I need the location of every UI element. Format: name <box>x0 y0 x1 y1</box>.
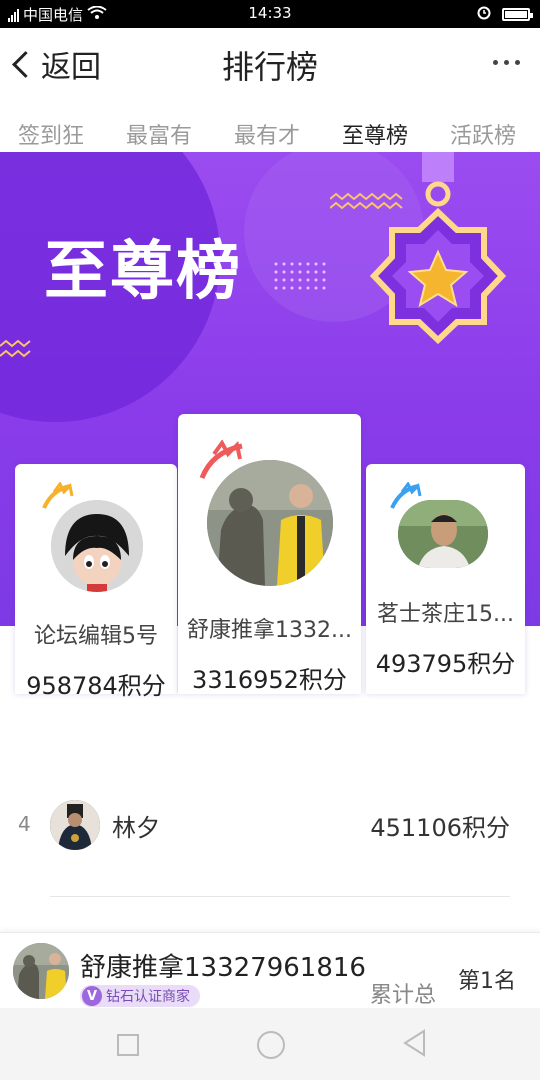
status-bar: 中国电信 14:33 <box>0 0 540 28</box>
ranking-row[interactable]: 4 林夕 451106积分 <box>0 790 540 860</box>
avatar-second[interactable] <box>51 500 143 592</box>
banner-title: 至尊榜 <box>44 235 242 309</box>
zigzag-decoration-left <box>0 339 31 358</box>
rank-number: 4 <box>18 812 31 836</box>
star-medal-icon <box>369 152 507 345</box>
my-name: 舒康推拿13327961816 <box>80 953 366 983</box>
podium-score-third: 493795积分 <box>375 650 516 678</box>
verified-icon: V <box>82 986 102 1006</box>
page-title: 排行榜 <box>221 48 318 86</box>
back-triangle-icon[interactable] <box>402 1028 428 1058</box>
home-icon[interactable] <box>257 1031 285 1059</box>
system-nav-bar <box>0 1008 540 1080</box>
certified-merchant-badge: V 钻石认证商家 <box>80 985 200 1007</box>
tab-most-talented[interactable]: 最有才 <box>234 118 300 150</box>
my-avatar[interactable] <box>13 943 69 999</box>
my-rank-bar: 舒康推拿13327961816 V 钻石认证商家 累计总 第1名 <box>0 932 540 1009</box>
podium-name-second: 论坛编辑5号 <box>34 624 158 649</box>
tab-bar: 签到狂 最富有 最有才 至尊榜 活跃榜 <box>0 100 540 152</box>
avatar-third[interactable] <box>398 500 488 568</box>
divider <box>50 896 510 897</box>
avatar[interactable] <box>50 800 100 850</box>
more-options-icon[interactable] <box>493 60 520 65</box>
tab-active[interactable]: 活跃榜 <box>450 118 516 150</box>
status-right <box>476 4 533 24</box>
alarm-icon <box>476 4 492 24</box>
cumulative-label: 累计总 <box>370 983 437 1008</box>
recents-icon[interactable] <box>117 1034 139 1056</box>
my-rank: 第1名 <box>458 969 516 994</box>
nav-bar: 返回 排行榜 <box>0 28 540 100</box>
avatar-first[interactable] <box>207 460 333 586</box>
tab-richest[interactable]: 最富有 <box>126 118 192 150</box>
podium-score-second: 958784积分 <box>26 672 166 700</box>
ranking-score: 451106积分 <box>370 814 510 842</box>
ranking-name: 林夕 <box>112 814 160 842</box>
battery-icon <box>502 7 533 21</box>
status-time: 14:33 <box>248 4 292 22</box>
podium-name-third: 茗士茶庄15... <box>377 602 514 627</box>
podium-score-first: 3316952积分 <box>192 666 347 694</box>
tab-supreme[interactable]: 至尊榜 <box>342 118 408 150</box>
badge-label: 钻石认证商家 <box>106 989 190 1005</box>
podium-name-first: 舒康推拿1332... <box>187 618 352 643</box>
tab-sign-in[interactable]: 签到狂 <box>18 118 84 150</box>
dots-decoration <box>272 260 330 294</box>
